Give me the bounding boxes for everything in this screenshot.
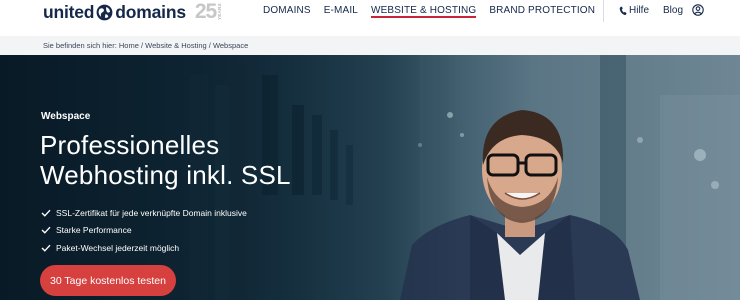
feature-label: SSL-Zertifikat für jede verknüpfte Domai… [56,207,247,218]
feature-list: SSL-Zertifikat für jede verknüpfte Domai… [41,204,247,257]
free-trial-button[interactable]: 30 Tage kostenlos testen [40,265,176,296]
check-icon [41,209,51,217]
hero-headline-line1: Professionelles [40,130,220,160]
hero-eyebrow: Webspace [41,111,91,122]
logo-word-domains: domains [115,1,186,22]
logo-anniversary-25: 25 [194,0,217,23]
nav-brand-protection[interactable]: BRAND PROTECTION [489,5,595,18]
feature-label: Paket-Wechsel jederzeit möglich [56,242,180,253]
user-circle-icon[interactable] [692,4,704,16]
check-icon [41,244,51,252]
nav-email[interactable]: E-MAIL [324,5,358,18]
hero-headline: Professionelles Webhosting inkl. SSL [40,130,360,190]
hero-headline-line2: Webhosting inkl. SSL [40,160,291,190]
check-icon [41,226,51,235]
globe-icon [96,4,113,20]
blog-link[interactable]: Blog [663,5,683,16]
feature-item: Starke Performance [41,222,247,240]
logo-years-label: YEARS [217,3,223,21]
united-domains-logo[interactable]: united domains 25 YEARS [43,0,222,24]
phone-icon [619,6,627,15]
feature-label: Starke Performance [56,225,132,236]
nav-website-hosting[interactable]: WEBSITE & HOSTING [370,5,477,18]
logo-word-united: united [43,1,95,22]
feature-item: Paket-Wechsel jederzeit möglich [41,239,247,257]
help-label: Hilfe [629,5,650,16]
feature-item: SSL-Zertifikat für jede verknüpfte Domai… [41,204,247,222]
breadcrumb-bar: Sie befinden sich hier: Home / Website &… [0,36,740,55]
header-divider [603,0,604,22]
help-link[interactable]: Hilfe [619,5,649,16]
main-navigation: DOMAINS E-MAIL WEBSITE & HOSTING BRAND P… [263,5,608,18]
hero-section: Webspace Professionelles Webhosting inkl… [0,55,740,300]
breadcrumb: Sie befinden sich hier: Home / Website &… [43,41,249,50]
nav-domains[interactable]: DOMAINS [263,5,311,18]
site-header: united domains 25 YEARS DOMAINS E-MAIL W… [0,0,740,36]
